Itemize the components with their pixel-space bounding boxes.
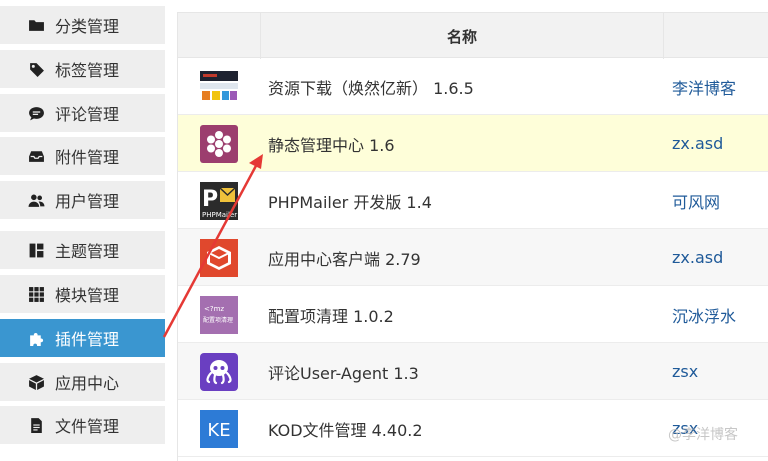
comment-icon [27,104,45,122]
watermark: @李洋博客 [668,427,738,443]
sidebar-item-modules[interactable]: 模块管理 [0,275,165,313]
file-icon [27,416,45,434]
plugin-author-link[interactable]: 李洋博客 [672,58,736,115]
grid-icon [27,285,45,303]
plugin-author-link[interactable]: zx.asd [672,229,723,286]
table-row[interactable]: 资源下载（焕然亿新） 1.6.5 李洋博客 [178,58,768,115]
plugin-name: KOD文件管理 4.40.2 [268,420,423,440]
sidebar: 分类管理 标签管理 评论管理 附件管理 用户管理 主题管理 模块管理 插件管理 … [0,0,165,461]
sidebar-item-app-center[interactable]: 应用中心 [0,363,165,401]
plugin-name: 应用中心客户端 2.79 [268,249,421,269]
plugin-author-link[interactable]: 可风网 [672,172,720,229]
plugin-name: PHPMailer 开发版 1.4 [268,192,432,212]
sidebar-item-label: 应用中心 [55,374,120,393]
table-row[interactable]: <?mz 配置项清理 配置项清理 1.0.2 沉冰浮水 [178,286,768,343]
sidebar-item-label: 文件管理 [55,417,120,436]
sidebar-item-label: 模块管理 [55,286,120,305]
sidebar-item-label: 主题管理 [55,242,120,261]
plugin-table: 名称 资源下载（焕然亿新） 1.6.5 李洋博客 静态管理中心 1.6 zx.a… [177,12,768,461]
static-manager-plugin-icon [200,125,238,163]
octopus-plugin-icon [200,353,238,391]
sidebar-item-files[interactable]: 文件管理 [0,406,165,444]
sidebar-item-themes[interactable]: 主题管理 [0,231,165,269]
svg-text:P: P [202,187,218,212]
table-row[interactable]: 应用中心客户端 2.79 zx.asd [178,229,768,286]
sidebar-item-categories[interactable]: 分类管理 [0,6,165,44]
table-row[interactable]: 评论User-Agent 1.3 zsx [178,343,768,400]
kod-icon-text: KE [207,420,230,441]
layout-icon [27,241,45,259]
inbox-icon [27,147,45,165]
kod-plugin-icon: KE [200,410,238,448]
sidebar-item-label: 附件管理 [55,148,120,167]
config-cleanup-plugin-icon: <?mz 配置项清理 [200,296,238,334]
plugin-name: 配置项清理 1.0.2 [268,306,394,326]
sidebar-item-attachments[interactable]: 附件管理 [0,137,165,175]
resource-download-plugin-icon [200,68,238,106]
plugin-name: 资源下载（焕然亿新） 1.6.5 [268,78,474,98]
puzzle-icon [27,329,45,347]
table-row[interactable]: P PHPMailer PHPMailer 开发版 1.4 可风网 [178,172,768,229]
plugin-author-link[interactable]: 沉冰浮水 [672,286,736,343]
table-row[interactable]: 静态管理中心 1.6 zx.asd [178,115,768,172]
app-center-client-plugin-icon [200,239,238,277]
sidebar-item-label: 评论管理 [55,105,120,124]
sidebar-item-plugins[interactable]: 插件管理 [0,319,165,357]
sidebar-item-label: 插件管理 [55,330,120,349]
svg-text:PHPMailer: PHPMailer [202,211,237,219]
users-icon [27,191,45,209]
plugin-author-link[interactable]: zx.asd [672,115,723,172]
sidebar-item-tags[interactable]: 标签管理 [0,50,165,88]
tag-icon [27,60,45,78]
phpmailer-plugin-icon: P PHPMailer [200,182,238,220]
table-header: 名称 [178,12,768,59]
config-cleanup-icon-text: 配置项清理 [203,316,233,324]
sidebar-item-users[interactable]: 用户管理 [0,181,165,219]
column-header-name: 名称 [260,13,664,59]
plugin-name: 评论User-Agent 1.3 [268,363,419,383]
sidebar-item-comments[interactable]: 评论管理 [0,94,165,132]
cube-icon [27,373,45,391]
plugin-author-link[interactable]: zsx [672,343,698,400]
folder-icon [27,16,45,34]
sidebar-item-label: 分类管理 [55,17,120,36]
sidebar-item-label: 标签管理 [55,61,120,80]
sidebar-item-label: 用户管理 [55,192,120,211]
svg-text:<?mz: <?mz [204,305,224,313]
plugin-name: 静态管理中心 1.6 [268,135,395,155]
